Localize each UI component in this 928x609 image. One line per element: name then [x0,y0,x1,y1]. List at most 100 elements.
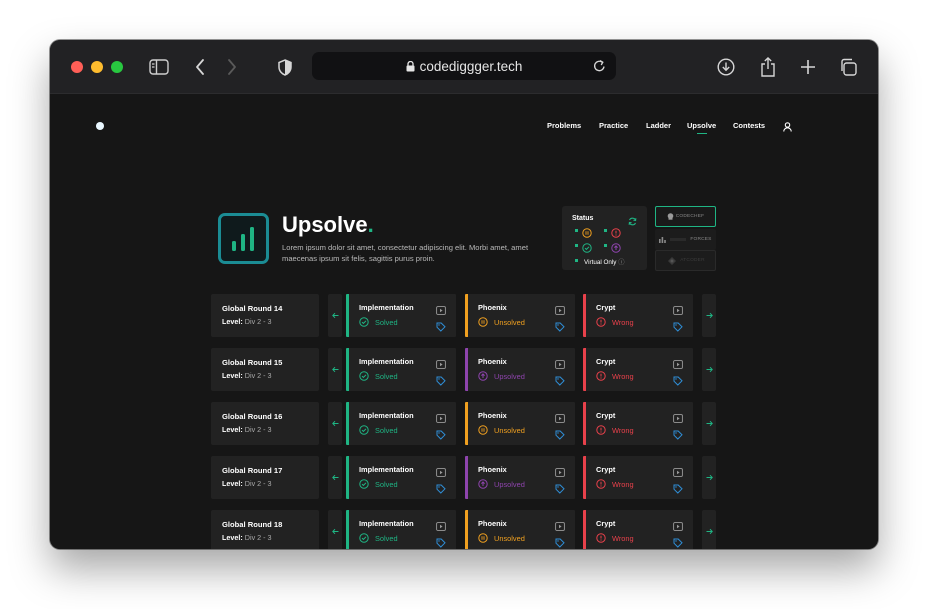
tag-icon[interactable] [555,319,565,337]
problem-status: Upsolved [478,479,525,489]
arrow-right-icon[interactable] [702,402,716,445]
problem-card[interactable]: Phoenix Unsolved [465,402,575,445]
problem-card[interactable]: Phoenix Upsolved [465,348,575,391]
tag-icon[interactable] [673,373,683,391]
tag-icon[interactable] [436,373,446,391]
video-icon[interactable] [673,410,683,428]
bars-logo-icon [659,236,667,243]
round-title: Global Round 17 [222,466,283,475]
shield-icon[interactable] [276,55,294,79]
arrow-left-icon[interactable] [328,402,342,445]
arrow-right-icon[interactable] [702,348,716,391]
video-icon[interactable] [673,302,683,320]
platform-atcoder[interactable]: ATCODER [655,250,716,271]
download-icon[interactable] [716,55,736,79]
video-icon[interactable] [673,464,683,482]
tag-icon[interactable] [673,319,683,337]
reload-icon[interactable] [593,59,606,76]
back-icon[interactable] [192,55,208,79]
video-icon[interactable] [436,410,446,428]
problem-card[interactable]: Crypt Wrong [583,456,693,499]
nav-upsolve[interactable]: Upsolve [687,121,716,130]
problem-card[interactable]: Crypt Wrong [583,348,693,391]
status-label: Solved [375,371,398,381]
tag-icon[interactable] [555,535,565,549]
arrow-left-icon[interactable] [328,510,342,549]
round-card[interactable]: Global Round 14 Level Div 2 - 3 [211,294,319,337]
problem-card[interactable]: Crypt Wrong [583,294,693,337]
refresh-icon[interactable] [628,213,637,231]
video-icon[interactable] [436,518,446,536]
nav-problems[interactable]: Problems [547,121,581,130]
nav-contests[interactable]: Contests [733,121,765,130]
video-icon[interactable] [673,356,683,374]
tag-icon[interactable] [555,427,565,445]
tag-icon[interactable] [555,481,565,499]
tag-icon[interactable] [555,373,565,391]
forward-icon[interactable] [224,55,240,79]
arrow-right-icon[interactable] [702,510,716,549]
share-icon[interactable] [758,55,778,79]
problem-status: Solved [359,479,398,489]
nav-ladder[interactable]: Ladder [646,121,671,130]
problem-card[interactable]: Implementation Solved [346,294,456,337]
arrow-left-icon[interactable] [328,294,342,337]
round-card[interactable]: Global Round 17 Level Div 2 - 3 [211,456,319,499]
tag-icon[interactable] [436,427,446,445]
alert-circle-icon [596,425,606,435]
pause-circle-icon [478,425,488,435]
status-label: Solved [375,317,398,327]
round-title: Global Round 18 [222,520,283,529]
new-tab-icon[interactable] [798,55,818,79]
platform-codeforces[interactable]: FORCES [655,229,716,250]
arrow-right-icon[interactable] [702,294,716,337]
video-icon[interactable] [673,518,683,536]
problem-card[interactable]: Phoenix Unsolved [465,294,575,337]
problem-card[interactable]: Implementation Solved [346,402,456,445]
problem-name: Phoenix [478,303,507,312]
video-icon[interactable] [555,410,565,428]
video-icon[interactable] [555,302,565,320]
close-window-button[interactable] [71,61,83,73]
arrow-left-icon[interactable] [328,348,342,391]
url-text: codediggger.tech [419,58,523,74]
user-icon[interactable] [783,119,792,137]
tab-overview-icon[interactable] [838,55,858,79]
tag-icon[interactable] [673,481,683,499]
problem-card[interactable]: Crypt Wrong [583,402,693,445]
round-card[interactable]: Global Round 15 Level Div 2 - 3 [211,348,319,391]
tag-icon[interactable] [436,535,446,549]
platform-codechef[interactable]: CODECHEF [655,206,716,227]
video-icon[interactable] [436,302,446,320]
pause-circle-icon [478,317,488,327]
problem-card[interactable]: Implementation Solved [346,456,456,499]
video-icon[interactable] [436,464,446,482]
video-icon[interactable] [555,356,565,374]
round-card[interactable]: Global Round 16 Level Div 2 - 3 [211,402,319,445]
alert-circle-icon [596,533,606,543]
tag-icon[interactable] [673,535,683,549]
tag-icon[interactable] [673,427,683,445]
virtual-only-toggle[interactable]: Virtual Only ⓘ [584,257,624,266]
video-icon[interactable] [555,518,565,536]
video-icon[interactable] [555,464,565,482]
problem-card[interactable]: Phoenix Upsolved [465,456,575,499]
minimize-window-button[interactable] [91,61,103,73]
zoom-window-button[interactable] [111,61,123,73]
codedigger-logo[interactable] [88,114,112,138]
problem-card[interactable]: Implementation Solved [346,510,456,549]
problem-card[interactable]: Phoenix Unsolved [465,510,575,549]
nav-practice[interactable]: Practice [599,121,628,130]
video-icon[interactable] [436,356,446,374]
arrow-left-icon[interactable] [328,456,342,499]
tag-icon[interactable] [436,319,446,337]
round-card[interactable]: Global Round 18 Level Div 2 - 3 [211,510,319,549]
sidebar-toggle-icon[interactable] [148,55,170,79]
arrow-right-icon[interactable] [702,456,716,499]
address-bar[interactable]: codediggger.tech [312,52,616,80]
tag-icon[interactable] [436,481,446,499]
status-label: Solved [375,479,398,489]
problem-card[interactable]: Crypt Wrong [583,510,693,549]
problem-card[interactable]: Implementation Solved [346,348,456,391]
round-level: Level Div 2 - 3 [222,371,272,380]
